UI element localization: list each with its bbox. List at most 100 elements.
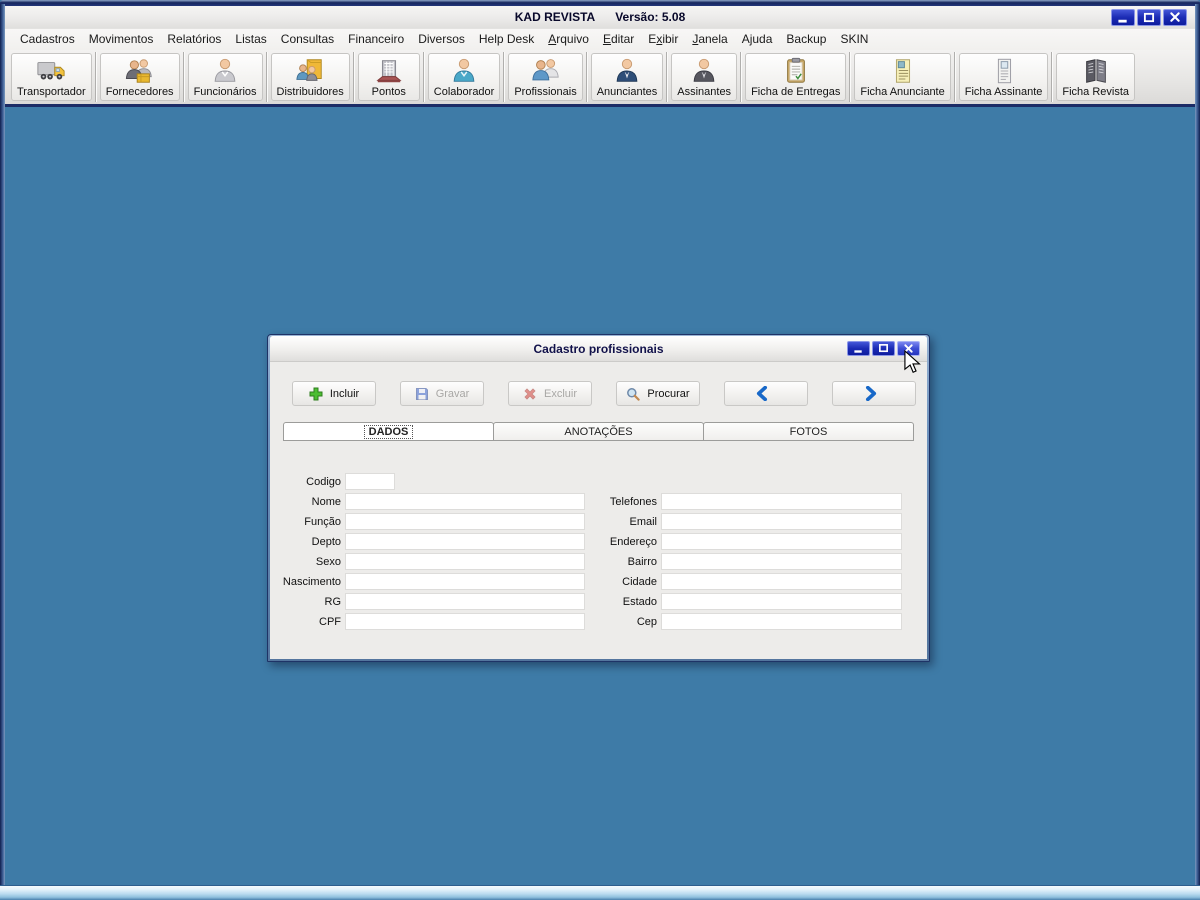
- incluir-button[interactable]: Incluir: [292, 381, 376, 406]
- close-icon: [1170, 12, 1180, 22]
- dialog-cadastro-profissionais: Cadastro profissionais Incluir Gravar Ex…: [267, 334, 930, 662]
- tab-fotos[interactable]: FOTOS: [703, 422, 914, 441]
- toolbar-button-fornecedores[interactable]: Fornecedores: [99, 53, 180, 101]
- toolbar-label: Ficha Revista: [1062, 86, 1130, 98]
- toolbar-separator: [849, 52, 852, 102]
- next-record-button[interactable]: [832, 381, 916, 406]
- funcao-input[interactable]: [345, 513, 585, 530]
- menu-item-editar[interactable]: Editar: [596, 29, 641, 50]
- maximize-icon: [1143, 12, 1155, 23]
- toolbar-label: Ficha Assinante: [964, 86, 1043, 98]
- toolbar-label: Fornecedores: [105, 86, 174, 98]
- toolbar-button-profissionais[interactable]: Profissionais: [508, 53, 583, 101]
- toolbar-label: Colaborador: [433, 86, 495, 98]
- nome-input[interactable]: [345, 493, 585, 510]
- codigo-input[interactable]: [345, 473, 395, 490]
- app-title: KAD REVISTA: [514, 10, 596, 24]
- cpf-input[interactable]: [345, 613, 585, 630]
- toolbar-button-ficha-assinante[interactable]: Ficha Assinante: [958, 53, 1049, 101]
- mouse-cursor: [904, 349, 921, 379]
- person-teal-icon: [453, 58, 475, 82]
- toolbar-separator: [503, 52, 506, 102]
- window-frame-left: [0, 4, 5, 886]
- rg-input[interactable]: [345, 593, 585, 610]
- clipboard-icon: [786, 57, 805, 83]
- menu-item-financeiro[interactable]: Financeiro: [341, 29, 411, 50]
- toolbar-separator: [585, 52, 588, 102]
- toolbar-label: Pontos: [371, 86, 406, 98]
- person-suit-icon: [616, 58, 638, 82]
- menu-item-listas[interactable]: Listas: [228, 29, 273, 50]
- menu-item-help-desk[interactable]: Help Desk: [472, 29, 541, 50]
- field-label-cidade: Cidade: [622, 576, 657, 588]
- maximize-button[interactable]: [1137, 9, 1161, 26]
- toolbar-label: Ficha Anunciante: [860, 86, 945, 98]
- toolbar-label: Assinantes: [677, 86, 732, 98]
- previous-record-button[interactable]: [724, 381, 808, 406]
- field-label-funcao: Função: [304, 516, 341, 528]
- toolbar-button-colaborador[interactable]: Colaborador: [427, 53, 501, 101]
- menu-item-ajuda[interactable]: Ajuda: [735, 29, 780, 50]
- menu-item-arquivo[interactable]: Arquivo: [541, 29, 596, 50]
- toolbar-button-distribuidores[interactable]: Distribuidores: [270, 53, 350, 101]
- toolbar-label: Ficha de Entregas: [751, 86, 841, 98]
- menu-item-exibir[interactable]: Exibir: [641, 29, 685, 50]
- dialog-maximize-button[interactable]: [872, 341, 895, 356]
- endereco-input[interactable]: [661, 533, 902, 550]
- toolbar-separator: [422, 52, 425, 102]
- document-yellow-icon: [895, 59, 910, 83]
- desktop: { "window": { "title": "KAD REVISTA", "v…: [0, 0, 1200, 900]
- field-label-cpf: CPF: [319, 616, 341, 628]
- bairro-input[interactable]: [661, 553, 902, 570]
- menu-item-janela[interactable]: Janela: [685, 29, 734, 50]
- close-button[interactable]: [1163, 9, 1187, 26]
- toolbar-button-assinantes[interactable]: Assinantes: [671, 53, 738, 101]
- field-label-depto: Depto: [311, 536, 341, 548]
- toolbar-button-ficha-anunciante[interactable]: Ficha Anunciante: [854, 53, 951, 101]
- dialog-minimize-button[interactable]: [847, 341, 870, 356]
- menu-item-cadastros[interactable]: Cadastros: [13, 29, 82, 50]
- cep-input[interactable]: [661, 613, 902, 630]
- save-icon: [415, 387, 428, 400]
- menu-item-relatorios[interactable]: Relatórios: [160, 29, 228, 50]
- sexo-input[interactable]: [345, 553, 585, 570]
- book-icon: [1085, 59, 1106, 83]
- main-titlebar: KAD REVISTA Versão: 5.08: [5, 6, 1195, 29]
- menu-item-movimentos[interactable]: Movimentos: [82, 29, 161, 50]
- minimize-icon: [1118, 19, 1127, 23]
- estado-input[interactable]: [661, 593, 902, 610]
- menu-item-skin[interactable]: SKIN: [833, 29, 875, 50]
- gravar-button[interactable]: Gravar: [400, 381, 484, 406]
- menu-item-consultas[interactable]: Consultas: [274, 29, 341, 50]
- tab-dados[interactable]: DADOS: [283, 422, 494, 441]
- toolbar-button-funcionarios[interactable]: Funcionários: [187, 53, 263, 101]
- toolbar-separator: [953, 52, 956, 102]
- app-version: Versão: 5.08: [615, 10, 686, 24]
- depto-input[interactable]: [345, 533, 585, 550]
- cidade-input[interactable]: [661, 573, 902, 590]
- nascimento-input[interactable]: [345, 573, 585, 590]
- toolbar-button-ficha-revista[interactable]: Ficha Revista: [1056, 53, 1136, 101]
- document-gray-icon: [997, 58, 1011, 84]
- toolbar-button-ficha-de-entregas[interactable]: Ficha de Entregas: [745, 53, 847, 101]
- telefones-input[interactable]: [661, 493, 902, 510]
- toolbar-label: Distribuidores: [276, 86, 344, 98]
- dialog-tabs: DADOS ANOTAÇÕES FOTOS: [283, 422, 914, 441]
- minimize-button[interactable]: [1111, 9, 1135, 26]
- toolbar-label: Profissionais: [514, 86, 577, 98]
- menu-item-diversos[interactable]: Diversos: [411, 29, 472, 50]
- menu-item-backup[interactable]: Backup: [779, 29, 833, 50]
- field-label-endereco: Endereço: [609, 536, 657, 548]
- maximize-icon: [879, 344, 888, 353]
- toolbar-button-transportador[interactable]: Transportador: [11, 53, 92, 101]
- chevron-right-icon: [866, 386, 877, 401]
- procurar-button[interactable]: Procurar: [616, 381, 700, 406]
- toolbar-button-anunciantes[interactable]: Anunciantes: [590, 53, 664, 101]
- email-input[interactable]: [661, 513, 902, 530]
- excluir-button[interactable]: Excluir: [508, 381, 592, 406]
- delete-x-icon: [524, 387, 536, 400]
- toolbar-button-pontos[interactable]: Pontos: [357, 53, 420, 101]
- chevron-left-icon: [756, 386, 767, 401]
- tab-anotacoes[interactable]: ANOTAÇÕES: [493, 422, 704, 441]
- toolbar-separator: [352, 52, 355, 102]
